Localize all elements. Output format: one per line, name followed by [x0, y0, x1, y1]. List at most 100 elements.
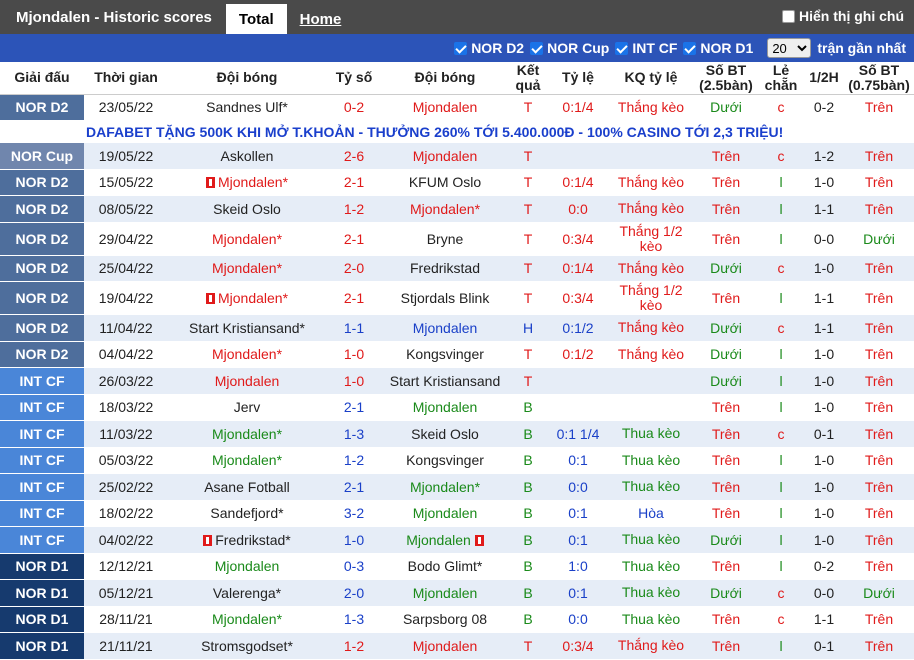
league-badge[interactable]: NOR D2 [0, 281, 84, 315]
show-notes-checkbox[interactable] [782, 9, 795, 23]
league-badge[interactable]: NOR D2 [0, 255, 84, 282]
home-team[interactable]: Mjondalen [168, 367, 326, 395]
half-score: 0-1 [804, 632, 844, 660]
match-score[interactable]: 2-1 [326, 473, 382, 501]
league-badge[interactable]: NOR D1 [0, 632, 84, 660]
match-score[interactable]: 1-2 [326, 447, 382, 474]
filter-nor-d1[interactable]: NOR D1 [683, 40, 753, 56]
match-score[interactable]: 1-3 [326, 420, 382, 448]
league-badge[interactable]: INT CF [0, 526, 84, 554]
match-score[interactable]: 2-1 [326, 222, 382, 256]
match-score[interactable]: 1-0 [326, 526, 382, 554]
league-badge[interactable]: NOR D2 [0, 314, 84, 342]
filter-nor-cup[interactable]: NOR Cup [530, 40, 609, 56]
league-badge[interactable]: NOR D2 [0, 94, 84, 121]
away-team[interactable]: Bryne [382, 222, 508, 256]
away-team[interactable]: Mjondalen [382, 500, 508, 527]
away-team[interactable]: Sarpsborg 08 [382, 606, 508, 633]
home-team[interactable]: Asane Fotball [168, 473, 326, 501]
match-score[interactable]: 3-2 [326, 500, 382, 527]
match-score[interactable]: 1-0 [326, 367, 382, 395]
match-score[interactable]: 2-0 [326, 255, 382, 282]
match-score[interactable]: 2-6 [326, 142, 382, 170]
home-team[interactable]: Mjondalen* [168, 281, 326, 315]
league-badge[interactable]: INT CF [0, 420, 84, 448]
promo-banner-row[interactable]: DAFABET TẶNG 500K KHI MỞ T.KHOẢN - THƯỞN… [0, 120, 914, 143]
home-team[interactable]: Mjondalen* [168, 341, 326, 368]
league-badge[interactable]: INT CF [0, 447, 84, 474]
home-team[interactable]: Stromsgodset* [168, 632, 326, 660]
filter-int-cf-checkbox[interactable] [615, 41, 629, 55]
league-badge[interactable]: INT CF [0, 473, 84, 501]
away-team[interactable]: KFUM Oslo [382, 169, 508, 196]
away-team[interactable]: Stjordals Blink [382, 281, 508, 315]
home-team[interactable]: Skeid Oslo [168, 195, 326, 223]
match-score[interactable]: 0-2 [326, 94, 382, 121]
league-badge[interactable]: NOR D2 [0, 169, 84, 196]
away-team[interactable]: Mjondalen [382, 632, 508, 660]
league-badge[interactable]: INT CF [0, 367, 84, 395]
away-team[interactable]: Mjondalen [382, 526, 508, 554]
home-team[interactable]: Mjondalen* [168, 420, 326, 448]
league-badge[interactable]: NOR D1 [0, 606, 84, 633]
home-team[interactable]: Sandnes Ulf* [168, 94, 326, 121]
filter-nor-d1-checkbox[interactable] [683, 41, 697, 55]
filter-nor-cup-checkbox[interactable] [530, 41, 544, 55]
home-team[interactable]: Mjondalen* [168, 255, 326, 282]
tab-home[interactable]: Home [287, 4, 355, 34]
match-score[interactable]: 1-0 [326, 341, 382, 368]
home-team[interactable]: Sandefjord* [168, 500, 326, 527]
away-team[interactable]: Fredrikstad [382, 255, 508, 282]
league-badge[interactable]: NOR D2 [0, 222, 84, 256]
match-date: 08/05/22 [84, 195, 168, 223]
away-team[interactable]: Mjondalen [382, 314, 508, 342]
show-notes-toggle[interactable]: Hiển thị ghi chú [782, 8, 904, 24]
filter-nor-d2-checkbox[interactable] [454, 41, 468, 55]
home-team[interactable]: Mjondalen* [168, 222, 326, 256]
league-badge[interactable]: NOR Cup [0, 142, 84, 170]
match-odds: 0:1/4 [548, 255, 608, 282]
match-score[interactable]: 1-2 [326, 195, 382, 223]
promo-banner[interactable]: DAFABET TẶNG 500K KHI MỞ T.KHOẢN - THƯỞN… [0, 120, 914, 143]
away-team[interactable]: Mjondalen* [382, 473, 508, 501]
away-team[interactable]: Mjondalen [382, 579, 508, 607]
league-badge[interactable]: NOR D2 [0, 341, 84, 368]
filter-int-cf[interactable]: INT CF [615, 40, 677, 56]
match-score[interactable]: 2-1 [326, 169, 382, 196]
tab-total[interactable]: Total [225, 4, 287, 34]
home-team[interactable]: Mjondalen* [168, 447, 326, 474]
match-score[interactable]: 0-3 [326, 553, 382, 580]
away-team[interactable]: Mjondalen [382, 394, 508, 421]
league-badge[interactable]: NOR D1 [0, 553, 84, 580]
home-team[interactable]: Askollen [168, 142, 326, 170]
league-badge[interactable]: INT CF [0, 394, 84, 421]
home-team[interactable]: Valerenga* [168, 579, 326, 607]
match-score[interactable]: 1-2 [326, 632, 382, 660]
match-score[interactable]: 2-0 [326, 579, 382, 607]
home-team[interactable]: Mjondalen* [168, 606, 326, 633]
home-team[interactable]: Mjondalen* [168, 169, 326, 196]
away-team[interactable]: Mjondalen [382, 142, 508, 170]
away-team[interactable]: Bodo Glimt* [382, 553, 508, 580]
away-team[interactable]: Skeid Oslo [382, 420, 508, 448]
away-team[interactable]: Kongsvinger [382, 447, 508, 474]
league-badge[interactable]: NOR D1 [0, 579, 84, 607]
league-badge[interactable]: NOR D2 [0, 195, 84, 223]
home-team[interactable]: Fredrikstad* [168, 526, 326, 554]
filter-nor-d2[interactable]: NOR D2 [454, 40, 524, 56]
league-badge[interactable]: INT CF [0, 500, 84, 527]
match-score[interactable]: 1-1 [326, 314, 382, 342]
away-team[interactable]: Mjondalen* [382, 195, 508, 223]
away-team[interactable]: Start Kristiansand [382, 367, 508, 395]
match-date: 04/04/22 [84, 341, 168, 368]
match-count-select[interactable]: 20 [767, 38, 812, 58]
match-score[interactable]: 2-1 [326, 281, 382, 315]
home-team[interactable]: Mjondalen [168, 553, 326, 580]
over-under-075: Trên [844, 281, 914, 315]
match-score[interactable]: 1-3 [326, 606, 382, 633]
away-team[interactable]: Mjondalen [382, 94, 508, 121]
away-team[interactable]: Kongsvinger [382, 341, 508, 368]
home-team[interactable]: Jerv [168, 394, 326, 421]
match-score[interactable]: 2-1 [326, 394, 382, 421]
home-team[interactable]: Start Kristiansand* [168, 314, 326, 342]
